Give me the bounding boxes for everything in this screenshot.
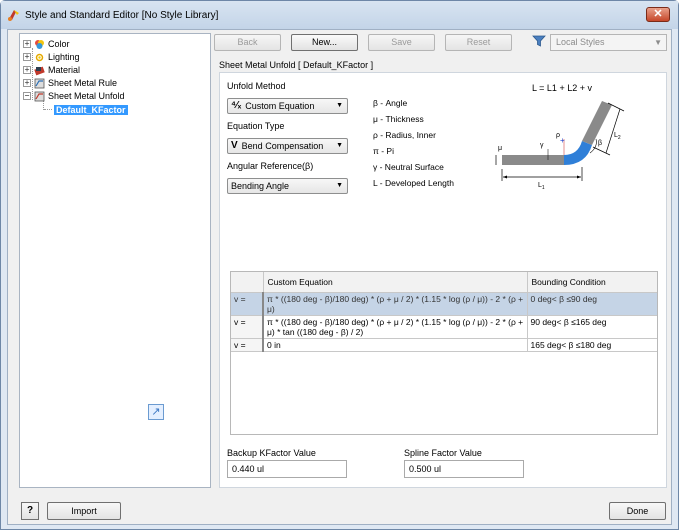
angular-reference-label: Angular Reference(β) — [227, 161, 314, 171]
legend-pi: π - Pi — [373, 146, 394, 156]
legend-thickness: μ - Thickness — [373, 114, 424, 124]
legend-radius: ρ - Radius, Inner — [373, 130, 436, 140]
bend-compensation-icon: V — [231, 140, 238, 151]
sheet-metal-unfold-icon — [34, 91, 45, 101]
chevron-down-icon: ▼ — [336, 102, 343, 109]
material-icon — [34, 66, 45, 75]
tree-item-sheet-metal-rule[interactable]: + Sheet Metal Rule — [23, 77, 117, 89]
expand-icon[interactable]: + — [23, 53, 31, 61]
legend-neutral-surface: γ - Neutral Surface — [373, 162, 444, 172]
reset-button[interactable]: Reset — [445, 34, 512, 51]
tree-item-default-kfactor[interactable]: Default_KFactor — [54, 104, 128, 116]
spline-factor-label: Spline Factor Value — [404, 448, 482, 458]
tree-item-material[interactable]: + Material — [23, 64, 80, 76]
popout-icon[interactable]: ↗ — [148, 404, 164, 420]
svg-text:+: + — [560, 136, 565, 145]
table-row[interactable]: v = 0 in 165 deg< β ≤180 deg — [231, 338, 657, 352]
chevron-down-icon: ▼ — [336, 182, 343, 189]
new-button[interactable]: New... — [291, 34, 358, 51]
table-header-row: Custom Equation Bounding Condition — [231, 272, 657, 293]
tree-item-sheet-metal-unfold[interactable]: − Sheet Metal Unfold — [23, 90, 125, 102]
row-label: v = — [231, 338, 264, 352]
unfold-method-value: Custom Equation — [245, 101, 315, 111]
lighting-icon — [35, 53, 44, 61]
back-button[interactable]: Back — [214, 34, 281, 51]
equation-type-label: Equation Type — [227, 121, 285, 131]
row-label: v = — [231, 292, 264, 316]
mu-label: μ — [498, 145, 502, 152]
tree-item-label: Material — [48, 65, 81, 75]
condition-cell[interactable]: 165 deg< β ≤180 deg — [527, 338, 657, 352]
tree-item-label: Color — [48, 39, 70, 49]
table-row[interactable]: v = π * ((180 deg - β)/180 deg) * (ρ + μ… — [231, 315, 657, 339]
tree-item-lighting[interactable]: + Lighting — [23, 51, 80, 63]
beta-label: β — [598, 140, 602, 147]
equation-cell[interactable]: 0 in — [263, 338, 528, 352]
equation-type-value: Bend Compensation — [241, 141, 324, 151]
equation-cell[interactable]: π * ((180 deg - β)/180 deg) * (ρ + μ / 2… — [263, 292, 528, 316]
column-header-custom-equation[interactable]: Custom Equation — [263, 272, 528, 293]
expand-icon[interactable]: + — [23, 66, 31, 74]
title-bar: Style and Standard Editor [No Style Libr… — [1, 1, 678, 29]
tree-item-label: Lighting — [48, 52, 80, 62]
unfold-settings-panel: Unfold Method ⁴⁄ₓ Custom Equation ▼ Equa… — [219, 72, 667, 488]
column-header-bounding-condition[interactable]: Bounding Condition — [527, 272, 657, 293]
table-row[interactable]: v = π * ((180 deg - β)/180 deg) * (ρ + μ… — [231, 292, 657, 316]
filter-icon[interactable] — [532, 34, 546, 48]
l1-label: L1 — [538, 182, 545, 191]
done-button[interactable]: Done — [609, 502, 666, 520]
legend-angle: β - Angle — [373, 98, 408, 108]
expand-icon[interactable]: + — [23, 40, 31, 48]
angular-reference-select[interactable]: Bending Angle ▼ — [227, 178, 348, 194]
condition-cell[interactable]: 90 deg< β ≤165 deg — [527, 315, 657, 339]
tree-item-label: Default_KFactor — [54, 105, 128, 115]
section-title: Sheet Metal Unfold [ Default_KFactor ] — [219, 60, 374, 70]
help-button[interactable]: ? — [21, 502, 39, 520]
unfold-method-label: Unfold Method — [227, 81, 286, 91]
equation-table: Custom Equation Bounding Condition v = π… — [230, 271, 658, 435]
style-editor-window: Style and Standard Editor [No Style Libr… — [0, 0, 679, 530]
save-button[interactable]: Save — [368, 34, 435, 51]
close-button[interactable]: ✕ — [646, 7, 670, 22]
l2-label: L2 — [614, 132, 621, 141]
backup-kfactor-input[interactable]: 0.440 ul — [227, 460, 347, 478]
column-header-row-label — [231, 272, 264, 293]
window-title: Style and Standard Editor [No Style Libr… — [25, 9, 219, 21]
custom-equation-icon: ⁴⁄ₓ — [231, 100, 242, 111]
tree-item-label: Sheet Metal Rule — [48, 78, 118, 88]
import-button[interactable]: Import — [47, 502, 121, 520]
chevron-down-icon: ▼ — [654, 38, 662, 47]
equation-cell[interactable]: π * ((180 deg - β)/180 deg) * (ρ + μ / 2… — [263, 315, 528, 339]
developed-length-formula: L = L1 + L2 + v — [532, 83, 592, 93]
tree-item-label: Sheet Metal Unfold — [48, 91, 125, 101]
color-icon — [35, 39, 44, 49]
chevron-down-icon: ▼ — [336, 142, 343, 149]
backup-kfactor-label: Backup KFactor Value — [227, 448, 316, 458]
row-label: v = — [231, 315, 264, 339]
app-icon — [8, 10, 19, 21]
collapse-icon[interactable]: − — [23, 92, 31, 100]
unfold-method-select[interactable]: ⁴⁄ₓ Custom Equation ▼ — [227, 98, 348, 114]
angular-reference-value: Bending Angle — [231, 181, 290, 191]
equation-type-select[interactable]: V Bend Compensation ▼ — [227, 138, 348, 154]
style-tree: + Color + Lighting + Material + Sheet Me… — [19, 33, 211, 488]
sheet-metal-rule-icon — [34, 78, 45, 88]
bend-diagram: L1 L2 μ γ ρ + β — [495, 101, 625, 191]
tree-item-color[interactable]: + Color — [23, 38, 70, 50]
condition-cell[interactable]: 0 deg< β ≤90 deg — [527, 292, 657, 316]
gamma-label: γ — [540, 142, 544, 149]
client-area: + Color + Lighting + Material + Sheet Me… — [7, 29, 672, 525]
style-filter-select[interactable]: Local Styles ▼ — [550, 34, 667, 51]
legend-developed-length: L - Developed Length — [373, 178, 454, 188]
expand-icon[interactable]: + — [23, 79, 31, 87]
spline-factor-input[interactable]: 0.500 ul — [404, 460, 524, 478]
style-filter-value: Local Styles — [556, 37, 605, 47]
